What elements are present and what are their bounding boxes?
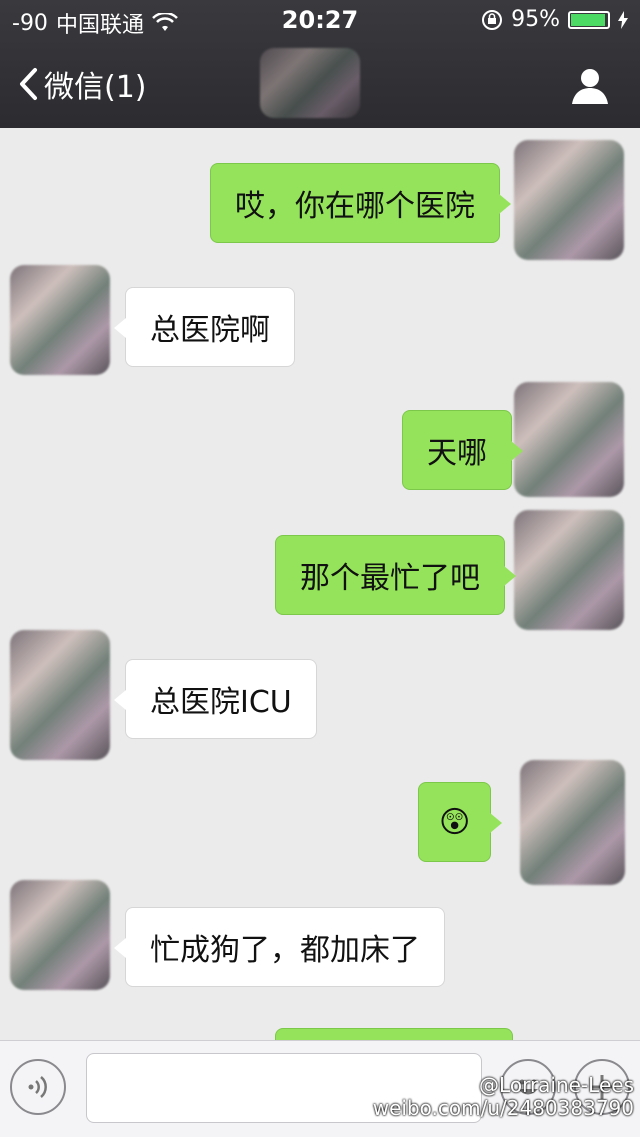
charging-icon bbox=[618, 10, 628, 29]
message-bubble[interactable]: 那个最忙了吧 bbox=[275, 535, 516, 615]
message-bubble[interactable]: 哎，你在哪个医院 bbox=[210, 163, 511, 243]
message-bubble[interactable]: 总医院啊 bbox=[114, 287, 295, 367]
blurred-title bbox=[260, 48, 360, 118]
back-label: 微信(1) bbox=[44, 70, 147, 105]
top-bar: -90 中国联通 20:27 95% 微信(1) bbox=[0, 0, 640, 128]
weibo-watermark: @Lorraine-Lees weibo.com/u/2480383790 bbox=[373, 1074, 634, 1120]
shocked-emoji-icon: 😲 bbox=[439, 804, 471, 840]
status-bar: -90 中国联通 20:27 95% bbox=[0, 0, 640, 40]
message-bubble[interactable]: 天哪 bbox=[402, 410, 523, 490]
avatar-self bbox=[514, 382, 624, 497]
battery-icon bbox=[568, 10, 610, 29]
avatar-self bbox=[514, 140, 624, 260]
avatar-self bbox=[520, 760, 625, 885]
avatar-contact bbox=[10, 880, 110, 990]
battery-percent: 95% bbox=[511, 7, 560, 32]
back-button[interactable]: 微信(1) bbox=[18, 62, 147, 106]
avatar-self bbox=[514, 510, 624, 630]
message-bubble[interactable]: 忙成狗了，都加床了 bbox=[114, 907, 445, 987]
message-bubble[interactable]: 总医院ICU bbox=[114, 659, 317, 739]
watermark-name: @Lorraine-Lees bbox=[479, 1073, 634, 1097]
watermark-url: weibo.com/u/2480383790 bbox=[372, 1096, 634, 1120]
chevron-left-icon bbox=[20, 68, 37, 100]
voice-icon bbox=[28, 1076, 47, 1098]
message-bubble[interactable]: 😲 bbox=[418, 782, 503, 862]
avatar-contact bbox=[10, 630, 110, 760]
nav-bar: 微信(1) bbox=[0, 48, 640, 124]
voice-input-button[interactable] bbox=[10, 1059, 66, 1115]
rotation-lock-icon bbox=[482, 9, 503, 30]
contact-info-icon[interactable] bbox=[570, 66, 610, 106]
avatar-contact bbox=[10, 265, 110, 375]
